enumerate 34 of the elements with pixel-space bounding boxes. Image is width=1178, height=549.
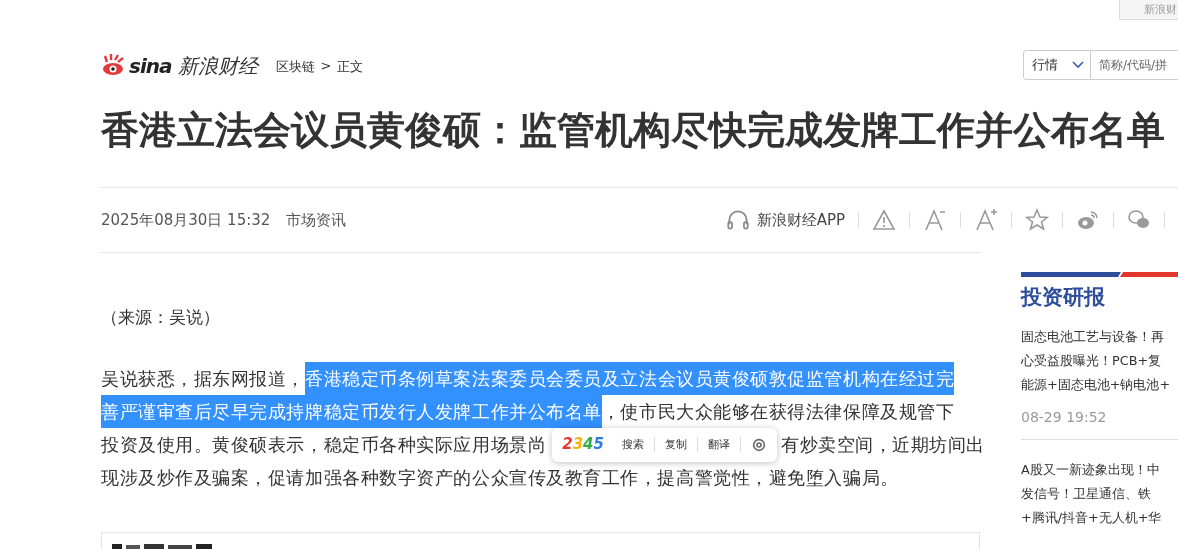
body-text: 现涉及炒作及骗案，促请加强各种数字资产的公众宣传及教育工作，提高警觉性，避免堕入骗局。	[101, 466, 899, 490]
star-icon[interactable]	[1025, 208, 1049, 232]
popup-action[interactable]: 复制	[654, 437, 698, 452]
breadcrumb-link[interactable]: 区块链	[275, 58, 315, 76]
body-text: 吴说获悉，据东网报道，	[101, 367, 306, 391]
settings-icon[interactable]	[750, 436, 767, 453]
font-increase-icon[interactable]	[974, 208, 998, 232]
font-decrease-icon[interactable]	[923, 208, 947, 232]
report-time: 08-29 19:52	[1021, 409, 1108, 425]
article-title: 香港立法会议员黄俊硕：监管机构尽快完成发牌工作并公布名单	[101, 107, 1166, 154]
selected-text: 善严谨审查后尽早完成持牌稳定币发行人发牌工作并公布名单	[101, 395, 602, 428]
body-text: ，使市民大众能够在获得法律保障及规管下	[601, 400, 955, 424]
weibo-icon[interactable]	[1076, 208, 1100, 232]
warning-icon[interactable]	[872, 208, 896, 232]
chevron-down-icon[interactable]	[1072, 61, 1084, 69]
app-link[interactable]: 新浪财经APP	[724, 207, 845, 233]
publish-date: 2025年08月30日 15:32	[101, 210, 271, 230]
search-field[interactable]: 简称/代码/拼	[1091, 50, 1178, 80]
body-text: 投资及使用。黄俊硕表示，稳定币各种实际应用场景尚	[101, 433, 547, 457]
popup-action[interactable]: 翻译	[697, 437, 741, 452]
logo-text[interactable]: 新浪财经	[177, 56, 258, 76]
market-select[interactable]: 行情	[1023, 50, 1091, 80]
section-title: 投资研报	[1021, 284, 1106, 311]
popup-action[interactable]: 搜索	[611, 437, 655, 452]
logo-wordmark[interactable]: sina	[129, 56, 172, 76]
report-link[interactable]: A股又一新迹象出现！中 发信号！卫星通信、铁 +腾讯/抖音+无人机+华	[1021, 458, 1178, 530]
source-note: （来源：吴说）	[101, 306, 221, 329]
brand-logo: 2345	[562, 434, 604, 455]
report-link[interactable]: 固态电池工艺与设备！再 心受益股曝光！PCB+复 能源+固态电池+钠电池+	[1021, 325, 1178, 397]
source-link[interactable]: 市场资讯	[286, 210, 347, 230]
selected-text: 香港稳定币条例草案法案委员会委员及立法会议员黄俊硕敦促监管机构在经过完	[305, 362, 955, 395]
body-text: 有炒卖空间，近期坊间出	[780, 433, 985, 457]
breadcrumb-link[interactable]: 正文	[337, 58, 364, 76]
breadcrumb-separator: >	[320, 58, 332, 75]
